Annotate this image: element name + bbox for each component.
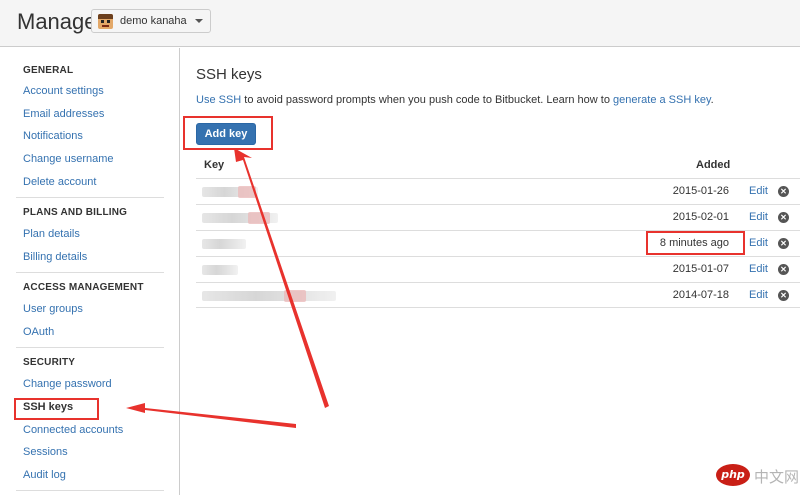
sidebar-item-account-settings[interactable]: Account settings bbox=[23, 85, 104, 97]
page-header: Manage demo kanaha bbox=[0, 0, 800, 47]
delete-icon[interactable]: ✕ bbox=[778, 264, 789, 275]
delete-icon[interactable]: ✕ bbox=[778, 186, 789, 197]
sidebar-item-change-password[interactable]: Change password bbox=[23, 378, 112, 390]
sidebar: GENERAL Account settings Email addresses… bbox=[0, 48, 180, 495]
edit-link[interactable]: Edit bbox=[749, 289, 768, 301]
added-date: 2014-07-18 bbox=[672, 289, 729, 301]
annotation-box-new-key bbox=[646, 231, 745, 255]
delete-icon[interactable]: ✕ bbox=[778, 238, 789, 249]
sidebar-item-user-groups[interactable]: User groups bbox=[23, 303, 83, 315]
redacted-key bbox=[202, 290, 336, 302]
edit-link[interactable]: Edit bbox=[749, 237, 768, 249]
sidebar-heading-security: SECURITY bbox=[23, 357, 76, 368]
sidebar-heading-plans-billing: PLANS AND BILLING bbox=[23, 207, 128, 218]
added-date: 2015-01-07 bbox=[672, 263, 729, 275]
column-header-key: Key bbox=[204, 159, 225, 171]
sidebar-item-plan-details[interactable]: Plan details bbox=[23, 228, 80, 240]
intro-text-end: . bbox=[710, 94, 714, 106]
table-row: 2015-01-07 Edit ✕ bbox=[196, 256, 800, 282]
intro-text-part: to avoid password prompts when you push … bbox=[241, 94, 614, 106]
column-header-added: Added bbox=[696, 159, 731, 171]
added-date: 2015-01-26 bbox=[672, 185, 729, 197]
table-row: 2015-01-26 Edit ✕ bbox=[196, 178, 800, 204]
edit-link[interactable]: Edit bbox=[749, 211, 768, 223]
redacted-key bbox=[202, 212, 278, 224]
use-ssh-link[interactable]: Use SSH bbox=[196, 94, 241, 106]
delete-icon[interactable]: ✕ bbox=[778, 290, 789, 301]
sidebar-item-change-username[interactable]: Change username bbox=[23, 153, 114, 165]
redacted-key bbox=[202, 186, 258, 198]
account-name: demo kanaha bbox=[120, 15, 187, 27]
account-switcher[interactable]: demo kanaha bbox=[91, 9, 211, 33]
watermark: php 中文网 bbox=[716, 462, 800, 492]
sidebar-divider bbox=[16, 197, 164, 198]
sidebar-item-delete-account[interactable]: Delete account bbox=[23, 176, 96, 188]
generate-ssh-key-link[interactable]: generate a SSH key bbox=[613, 94, 711, 106]
sidebar-divider bbox=[16, 490, 164, 491]
page-title: Manage bbox=[17, 9, 97, 34]
edit-link[interactable]: Edit bbox=[749, 263, 768, 275]
sidebar-item-billing-details[interactable]: Billing details bbox=[23, 251, 87, 263]
sidebar-divider bbox=[16, 347, 164, 348]
chevron-down-icon bbox=[195, 19, 203, 23]
php-logo: php bbox=[716, 464, 750, 486]
table-row: 2015-02-01 Edit ✕ bbox=[196, 204, 800, 230]
sidebar-heading-access-management: ACCESS MANAGEMENT bbox=[23, 282, 144, 293]
redacted-key bbox=[202, 265, 238, 275]
annotation-box-ssh-keys bbox=[14, 398, 99, 420]
watermark-text: 中文网 bbox=[754, 468, 800, 486]
intro-text: Use SSH to avoid password prompts when y… bbox=[196, 94, 714, 106]
sidebar-item-sessions[interactable]: Sessions bbox=[23, 446, 68, 458]
sidebar-item-email-addresses[interactable]: Email addresses bbox=[23, 108, 104, 120]
table-row: 2014-07-18 Edit ✕ bbox=[196, 282, 800, 308]
annotation-box-add-key bbox=[183, 116, 273, 150]
sidebar-item-connected-accounts[interactable]: Connected accounts bbox=[23, 424, 123, 436]
redacted-key bbox=[202, 239, 246, 249]
added-date: 2015-02-01 bbox=[672, 211, 729, 223]
edit-link[interactable]: Edit bbox=[749, 185, 768, 197]
sidebar-item-audit-log[interactable]: Audit log bbox=[23, 469, 66, 481]
sidebar-item-notifications[interactable]: Notifications bbox=[23, 130, 83, 142]
sidebar-divider bbox=[16, 272, 164, 273]
section-title: SSH keys bbox=[196, 66, 262, 83]
sidebar-heading-general: GENERAL bbox=[23, 65, 74, 76]
sidebar-item-oauth[interactable]: OAuth bbox=[23, 326, 54, 338]
delete-icon[interactable]: ✕ bbox=[778, 212, 789, 223]
avatar bbox=[98, 13, 113, 29]
